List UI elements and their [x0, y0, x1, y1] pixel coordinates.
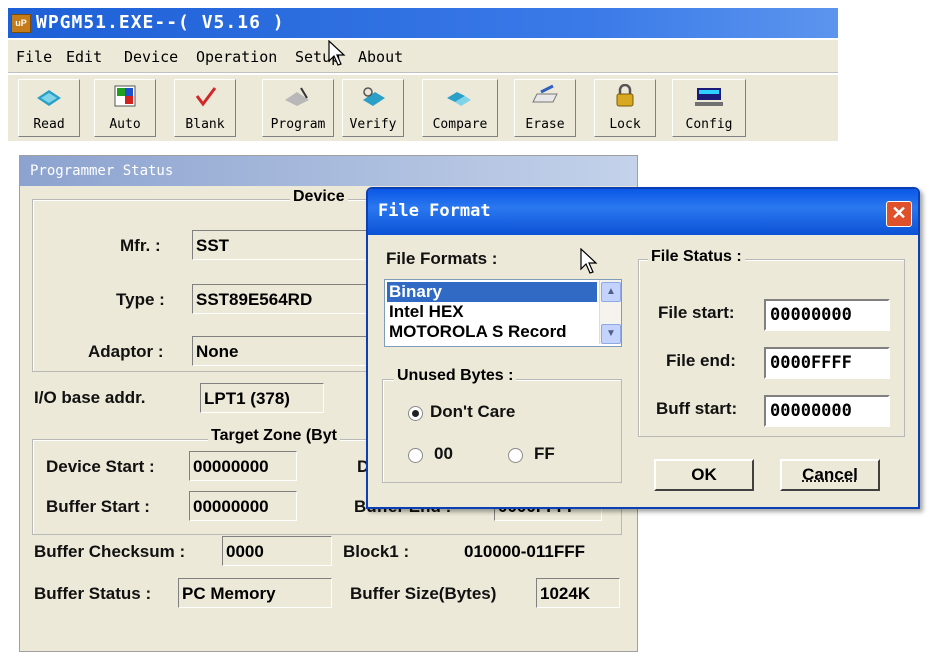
toolbar: Read Auto Blank Program Verify Compare E…	[8, 75, 838, 141]
buffer-size-label: Buffer Size(Bytes)	[350, 584, 497, 603]
radio-dont-care[interactable]	[408, 406, 423, 421]
file-start-label: File start:	[658, 303, 735, 322]
listbox-scrollbar[interactable]: ▲ ▼	[599, 280, 621, 344]
main-title-bar: uP WPGM51.EXE--( V5.16 )	[8, 8, 838, 38]
adaptor-label: Adaptor :	[88, 342, 164, 361]
dont-care-label: Don't Care	[430, 402, 516, 421]
mfr-value: SST	[192, 230, 372, 260]
verify-icon	[363, 87, 385, 106]
read-button[interactable]: Read	[18, 79, 80, 137]
io-base-label: I/O base addr.	[34, 388, 146, 407]
blank-button[interactable]: Blank	[174, 79, 236, 137]
menu-edit[interactable]: Edit	[66, 48, 102, 66]
buff-start-label: Buff start:	[656, 399, 738, 418]
file-formats-label: File Formats :	[386, 249, 498, 268]
checksum-label: Buffer Checksum :	[34, 542, 186, 561]
app-icon: uP	[11, 14, 31, 33]
close-icon[interactable]: ✕	[886, 201, 912, 227]
menu-about[interactable]: About	[358, 48, 403, 66]
file-format-dialog: File Format ✕ File Formats : Binary Inte…	[366, 187, 920, 509]
ok-button[interactable]: OK	[654, 459, 754, 491]
menu-device[interactable]: Device	[124, 48, 178, 66]
compare-button[interactable]: Compare	[422, 79, 498, 137]
type-label: Type :	[116, 290, 165, 309]
device-group-title: Device	[290, 188, 348, 206]
checksum-value: 0000	[222, 536, 332, 566]
auto-label: Auto	[109, 117, 141, 132]
lock-icon	[616, 84, 634, 107]
option-00-label: 00	[434, 444, 453, 463]
menu-operation[interactable]: Operation	[196, 48, 277, 66]
buffer-status-label: Buffer Status :	[34, 584, 152, 603]
blank-check-icon	[195, 87, 217, 107]
target-zone-title: Target Zone (Byt	[208, 427, 340, 445]
file-end-field[interactable]: 0000FFFF	[764, 347, 890, 379]
buffer-status-value: PC Memory	[178, 578, 332, 608]
program-label: Program	[270, 117, 326, 132]
status-panel-header: Programmer Status	[20, 156, 637, 186]
erase-icon	[532, 84, 558, 103]
read-label: Read	[33, 117, 65, 132]
radio-00[interactable]	[408, 448, 423, 463]
erase-label: Erase	[525, 117, 565, 132]
option-ff-label: FF	[534, 444, 555, 463]
auto-icon	[114, 85, 136, 107]
menu-file[interactable]: File	[16, 48, 52, 66]
io-base-value: LPT1 (378)	[200, 383, 324, 413]
lock-button[interactable]: Lock	[594, 79, 656, 137]
unused-bytes-title: Unused Bytes :	[394, 367, 517, 385]
dialog-title-bar: File Format ✕	[368, 189, 918, 235]
menu-bar: File Edit Device Operation Setup About	[8, 40, 838, 73]
radio-ff[interactable]	[508, 448, 523, 463]
mouse-cursor-icon	[580, 248, 598, 274]
window-title: WPGM51.EXE--( V5.16 )	[36, 12, 285, 33]
scroll-up-icon[interactable]: ▲	[601, 282, 621, 302]
adaptor-value: None	[192, 336, 372, 366]
config-button[interactable]: Config	[672, 79, 746, 137]
type-value: SST89E564RD	[192, 284, 372, 314]
format-intel-hex[interactable]: Intel HEX	[387, 302, 597, 322]
mfr-label: Mfr. :	[120, 236, 161, 255]
mouse-cursor-icon	[328, 40, 346, 66]
buff-start-field[interactable]: 00000000	[764, 395, 890, 427]
scroll-down-icon[interactable]: ▼	[601, 324, 621, 344]
config-label: Config	[685, 117, 733, 132]
file-formats-listbox[interactable]: Binary Intel HEX MOTOROLA S Record ▲ ▼	[384, 279, 622, 347]
block-value: 010000-011FFF	[464, 542, 585, 561]
compare-label: Compare	[432, 117, 488, 132]
cancel-button[interactable]: Cancel	[780, 459, 880, 491]
file-start-field[interactable]: 00000000	[764, 299, 890, 331]
buffer-start-label: Buffer Start :	[46, 497, 150, 516]
file-end-label: File end:	[666, 351, 736, 370]
auto-button[interactable]: Auto	[94, 79, 156, 137]
block-label: Block1 :	[343, 542, 410, 561]
lock-label: Lock	[609, 117, 641, 132]
buffer-start-value: 00000000	[189, 491, 297, 521]
compare-icon	[447, 92, 471, 106]
format-binary[interactable]: Binary	[387, 282, 597, 302]
erase-button[interactable]: Erase	[514, 79, 576, 137]
config-icon	[695, 88, 723, 106]
status-panel-title: Programmer Status	[30, 163, 174, 179]
program-button[interactable]: Program	[262, 79, 334, 137]
program-icon	[285, 87, 309, 106]
dialog-title: File Format	[378, 201, 491, 221]
blank-label: Blank	[185, 117, 225, 132]
device-start-value: 00000000	[189, 451, 297, 481]
unused-bytes-group	[382, 379, 622, 483]
device-start-label: Device Start :	[46, 457, 155, 476]
format-motorola[interactable]: MOTOROLA S Record	[387, 322, 597, 342]
verify-label: Verify	[349, 117, 397, 132]
verify-button[interactable]: Verify	[342, 79, 404, 137]
file-status-title: File Status :	[648, 248, 745, 266]
buffer-size-value: 1024K	[536, 578, 620, 608]
read-chip-icon	[37, 90, 61, 106]
